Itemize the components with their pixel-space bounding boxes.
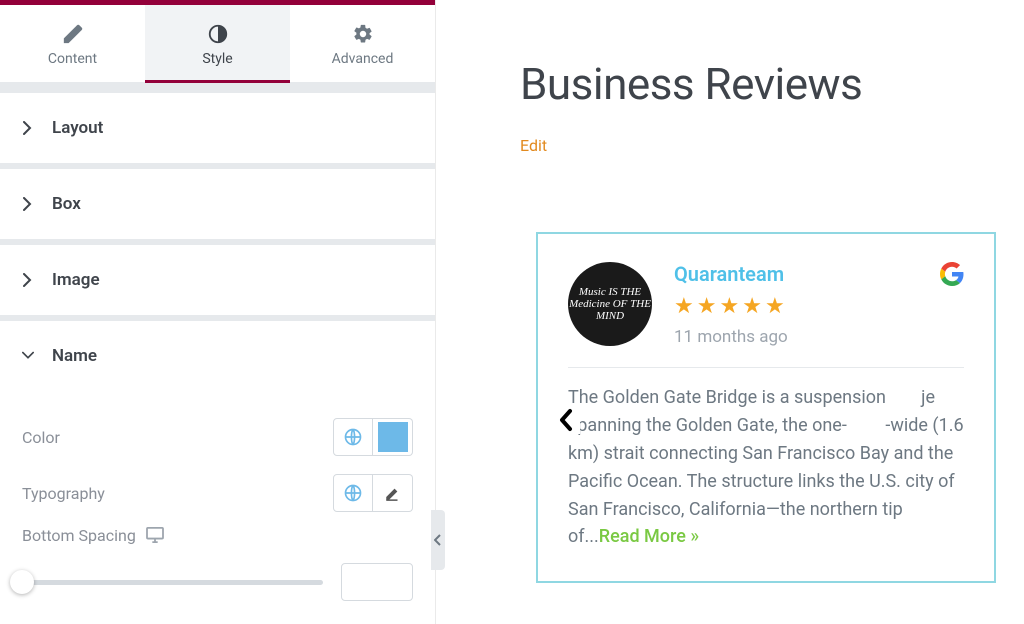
color-label: Color — [22, 428, 60, 447]
pencil-icon — [59, 20, 87, 48]
review-author[interactable]: Quaranteam — [674, 262, 964, 286]
desktop-icon[interactable] — [146, 527, 164, 543]
caret-right-icon — [22, 121, 34, 135]
editor-tabs: Content Style Advanced — [0, 5, 435, 83]
review-body-1: The Golden Gate Bridge is a suspension — [568, 387, 890, 408]
page-heading: Business Reviews — [520, 58, 1024, 110]
star-icon: ★ — [765, 294, 785, 319]
tab-style-label: Style — [202, 51, 232, 67]
carousel-prev-button[interactable] — [552, 406, 580, 434]
editor-panel: Content Style Advanced Layou — [0, 0, 436, 624]
control-color: Color — [22, 409, 413, 465]
section-name-body: Color Typography — [0, 391, 435, 624]
section-layout-title: Layout — [52, 118, 103, 138]
control-typography: Typography — [22, 465, 413, 521]
gear-icon — [349, 20, 377, 48]
section-name[interactable]: Name — [0, 321, 435, 391]
tab-content[interactable]: Content — [0, 5, 145, 82]
tab-advanced[interactable]: Advanced — [290, 5, 435, 82]
panel-body: Layout Box Image Name — [0, 83, 435, 624]
star-icon: ★ — [719, 294, 739, 319]
bottom-spacing-slider-row — [22, 563, 413, 601]
star-icon: ★ — [674, 294, 694, 319]
review-text: The Golden Gate Bridge is a suspension b… — [568, 384, 964, 551]
control-bottom-spacing-label-row: Bottom Spacing — [22, 521, 413, 549]
review-stars: ★ ★ ★ ★ ★ — [674, 294, 964, 319]
slider-thumb[interactable] — [10, 570, 34, 594]
caret-down-icon — [22, 351, 34, 361]
color-picker-button[interactable] — [373, 418, 413, 456]
section-image[interactable]: Image — [0, 245, 435, 315]
star-icon: ★ — [742, 294, 762, 319]
color-swatch — [378, 422, 408, 452]
tab-advanced-label: Advanced — [332, 51, 394, 67]
section-box[interactable]: Box — [0, 169, 435, 239]
bottom-spacing-label: Bottom Spacing — [22, 526, 136, 545]
tab-style[interactable]: Style — [145, 5, 290, 82]
edit-link[interactable]: Edit — [520, 136, 547, 155]
typography-label: Typography — [22, 484, 105, 503]
google-icon — [940, 262, 964, 286]
review-card[interactable]: Music IS THE Medicine OF THE MIND Quaran… — [536, 232, 996, 583]
global-color-button[interactable] — [333, 418, 373, 456]
avatar-text: Music IS THE Medicine OF THE MIND — [568, 286, 652, 322]
caret-right-icon — [22, 197, 34, 211]
review-card-wrap: Music IS THE Medicine OF THE MIND Quaran… — [536, 232, 996, 583]
typography-edit-button[interactable] — [373, 474, 413, 512]
divider — [568, 367, 964, 368]
read-more-link[interactable]: Read More » — [599, 526, 699, 547]
review-header: Music IS THE Medicine OF THE MIND Quaran… — [568, 262, 964, 347]
slider-track — [22, 580, 323, 585]
review-date: 11 months ago — [674, 327, 964, 347]
section-name-title: Name — [52, 346, 97, 366]
section-layout[interactable]: Layout — [0, 93, 435, 163]
tab-content-label: Content — [48, 51, 97, 67]
section-image-title: Image — [52, 270, 100, 290]
global-typography-button[interactable] — [333, 474, 373, 512]
avatar: Music IS THE Medicine OF THE MIND — [568, 262, 652, 346]
bottom-spacing-input[interactable] — [341, 563, 413, 601]
bottom-spacing-slider[interactable] — [22, 570, 323, 594]
section-box-title: Box — [52, 194, 81, 214]
caret-right-icon — [22, 273, 34, 287]
star-icon: ★ — [697, 294, 717, 319]
contrast-icon — [204, 20, 232, 48]
